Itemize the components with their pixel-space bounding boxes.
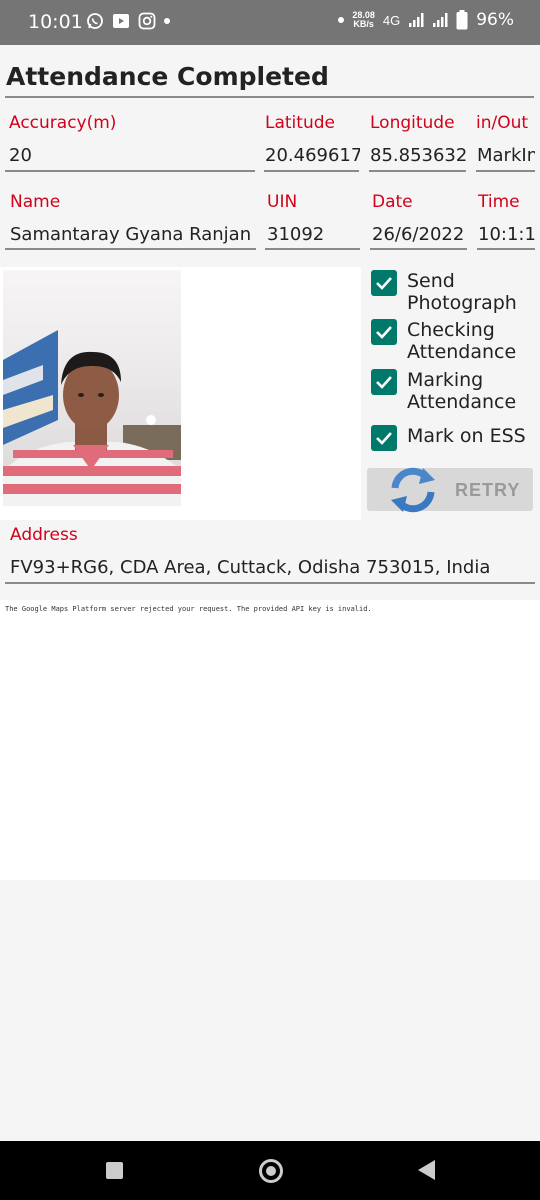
time-underline bbox=[477, 248, 535, 250]
checkbox-checking-attendance[interactable]: Checking Attendance bbox=[371, 319, 527, 363]
longitude-label: Longitude bbox=[370, 113, 455, 133]
captured-photo[interactable] bbox=[3, 270, 181, 506]
instagram-icon bbox=[138, 12, 156, 30]
retry-button[interactable]: RETRY bbox=[367, 467, 533, 513]
navigation-bar bbox=[0, 1141, 540, 1200]
longitude-underline bbox=[369, 170, 466, 172]
retry-label: RETRY bbox=[455, 480, 521, 500]
accuracy-underline bbox=[5, 170, 255, 172]
status-bar: 10:01 28.08 KB/s 4G 96% bbox=[0, 0, 540, 45]
name-field[interactable]: Samantaray Gyana Ranjan Das bbox=[10, 224, 256, 245]
checkbox-label: Send Photograph bbox=[407, 270, 517, 314]
system-status-icons: 28.08 KB/s 4G 96% bbox=[338, 10, 514, 30]
latitude-label: Latitude bbox=[265, 113, 335, 133]
checkbox-marking-attendance[interactable]: Marking Attendance bbox=[371, 369, 527, 413]
checkbox-checked-icon[interactable] bbox=[371, 369, 397, 395]
accuracy-label: Accuracy(m) bbox=[9, 113, 117, 133]
checkbox-checked-icon[interactable] bbox=[371, 270, 397, 296]
video-player-icon bbox=[113, 14, 129, 28]
home-icon[interactable] bbox=[259, 1159, 283, 1183]
in-out-underline bbox=[476, 170, 535, 172]
person-photo-illustration bbox=[3, 330, 181, 506]
accuracy-field[interactable]: 20 bbox=[9, 145, 249, 166]
address-field[interactable]: FV93+RG6, CDA Area, Cuttack, Odisha 7530… bbox=[10, 557, 535, 578]
time-label: Time bbox=[478, 192, 520, 212]
signal-icon bbox=[409, 13, 424, 27]
battery-icon bbox=[456, 10, 468, 30]
uin-underline bbox=[265, 248, 360, 250]
in-out-label: in/Out bbox=[476, 113, 529, 133]
name-label: Name bbox=[10, 192, 61, 212]
address-label: Address bbox=[10, 525, 78, 545]
checkbox-mark-on-ess[interactable]: Mark on ESS bbox=[371, 425, 540, 451]
checkbox-label: Mark on ESS bbox=[407, 425, 526, 447]
checkbox-label: Checking Attendance bbox=[407, 319, 517, 363]
checkbox-send-photograph[interactable]: Send Photograph bbox=[371, 270, 527, 314]
back-icon[interactable] bbox=[418, 1160, 435, 1180]
refresh-icon bbox=[391, 467, 435, 513]
recent-apps-icon[interactable] bbox=[106, 1162, 123, 1179]
name-underline bbox=[5, 248, 256, 250]
network-type: 4G bbox=[382, 12, 401, 28]
checkbox-checked-icon[interactable] bbox=[371, 319, 397, 345]
address-underline bbox=[5, 582, 535, 584]
checkbox-checked-icon[interactable] bbox=[371, 425, 397, 451]
date-underline bbox=[370, 248, 467, 250]
title-divider bbox=[5, 96, 534, 98]
status-time: 10:01 bbox=[28, 11, 83, 33]
network-speed-unit: KB/s bbox=[353, 19, 374, 29]
more-notifications-dot-icon bbox=[164, 18, 170, 24]
in-out-field[interactable]: MarkIn bbox=[477, 145, 535, 166]
page-title: Attendance Completed bbox=[6, 62, 329, 91]
checkbox-label: Marking Attendance bbox=[407, 369, 517, 413]
date-field[interactable]: 26/6/2022 bbox=[372, 224, 467, 245]
longitude-field[interactable]: 85.8536323 bbox=[370, 145, 466, 166]
notification-icons bbox=[86, 12, 170, 30]
map-view[interactable]: The Google Maps Platform server rejected… bbox=[0, 600, 540, 880]
date-label: Date bbox=[372, 192, 413, 212]
indicator-dot-icon bbox=[338, 17, 345, 23]
map-error-message: The Google Maps Platform server rejected… bbox=[5, 605, 372, 613]
whatsapp-icon bbox=[87, 13, 103, 29]
network-speed: 28.08 KB/s bbox=[352, 11, 375, 29]
uin-field[interactable]: 31092 bbox=[267, 224, 359, 245]
battery-percent: 96% bbox=[476, 10, 514, 30]
latitude-underline bbox=[264, 170, 359, 172]
latitude-field[interactable]: 20.4696179 bbox=[265, 145, 360, 166]
signal-icon-2 bbox=[433, 13, 448, 27]
uin-label: UIN bbox=[267, 192, 298, 212]
time-field[interactable]: 10:1:10 bbox=[478, 224, 536, 245]
